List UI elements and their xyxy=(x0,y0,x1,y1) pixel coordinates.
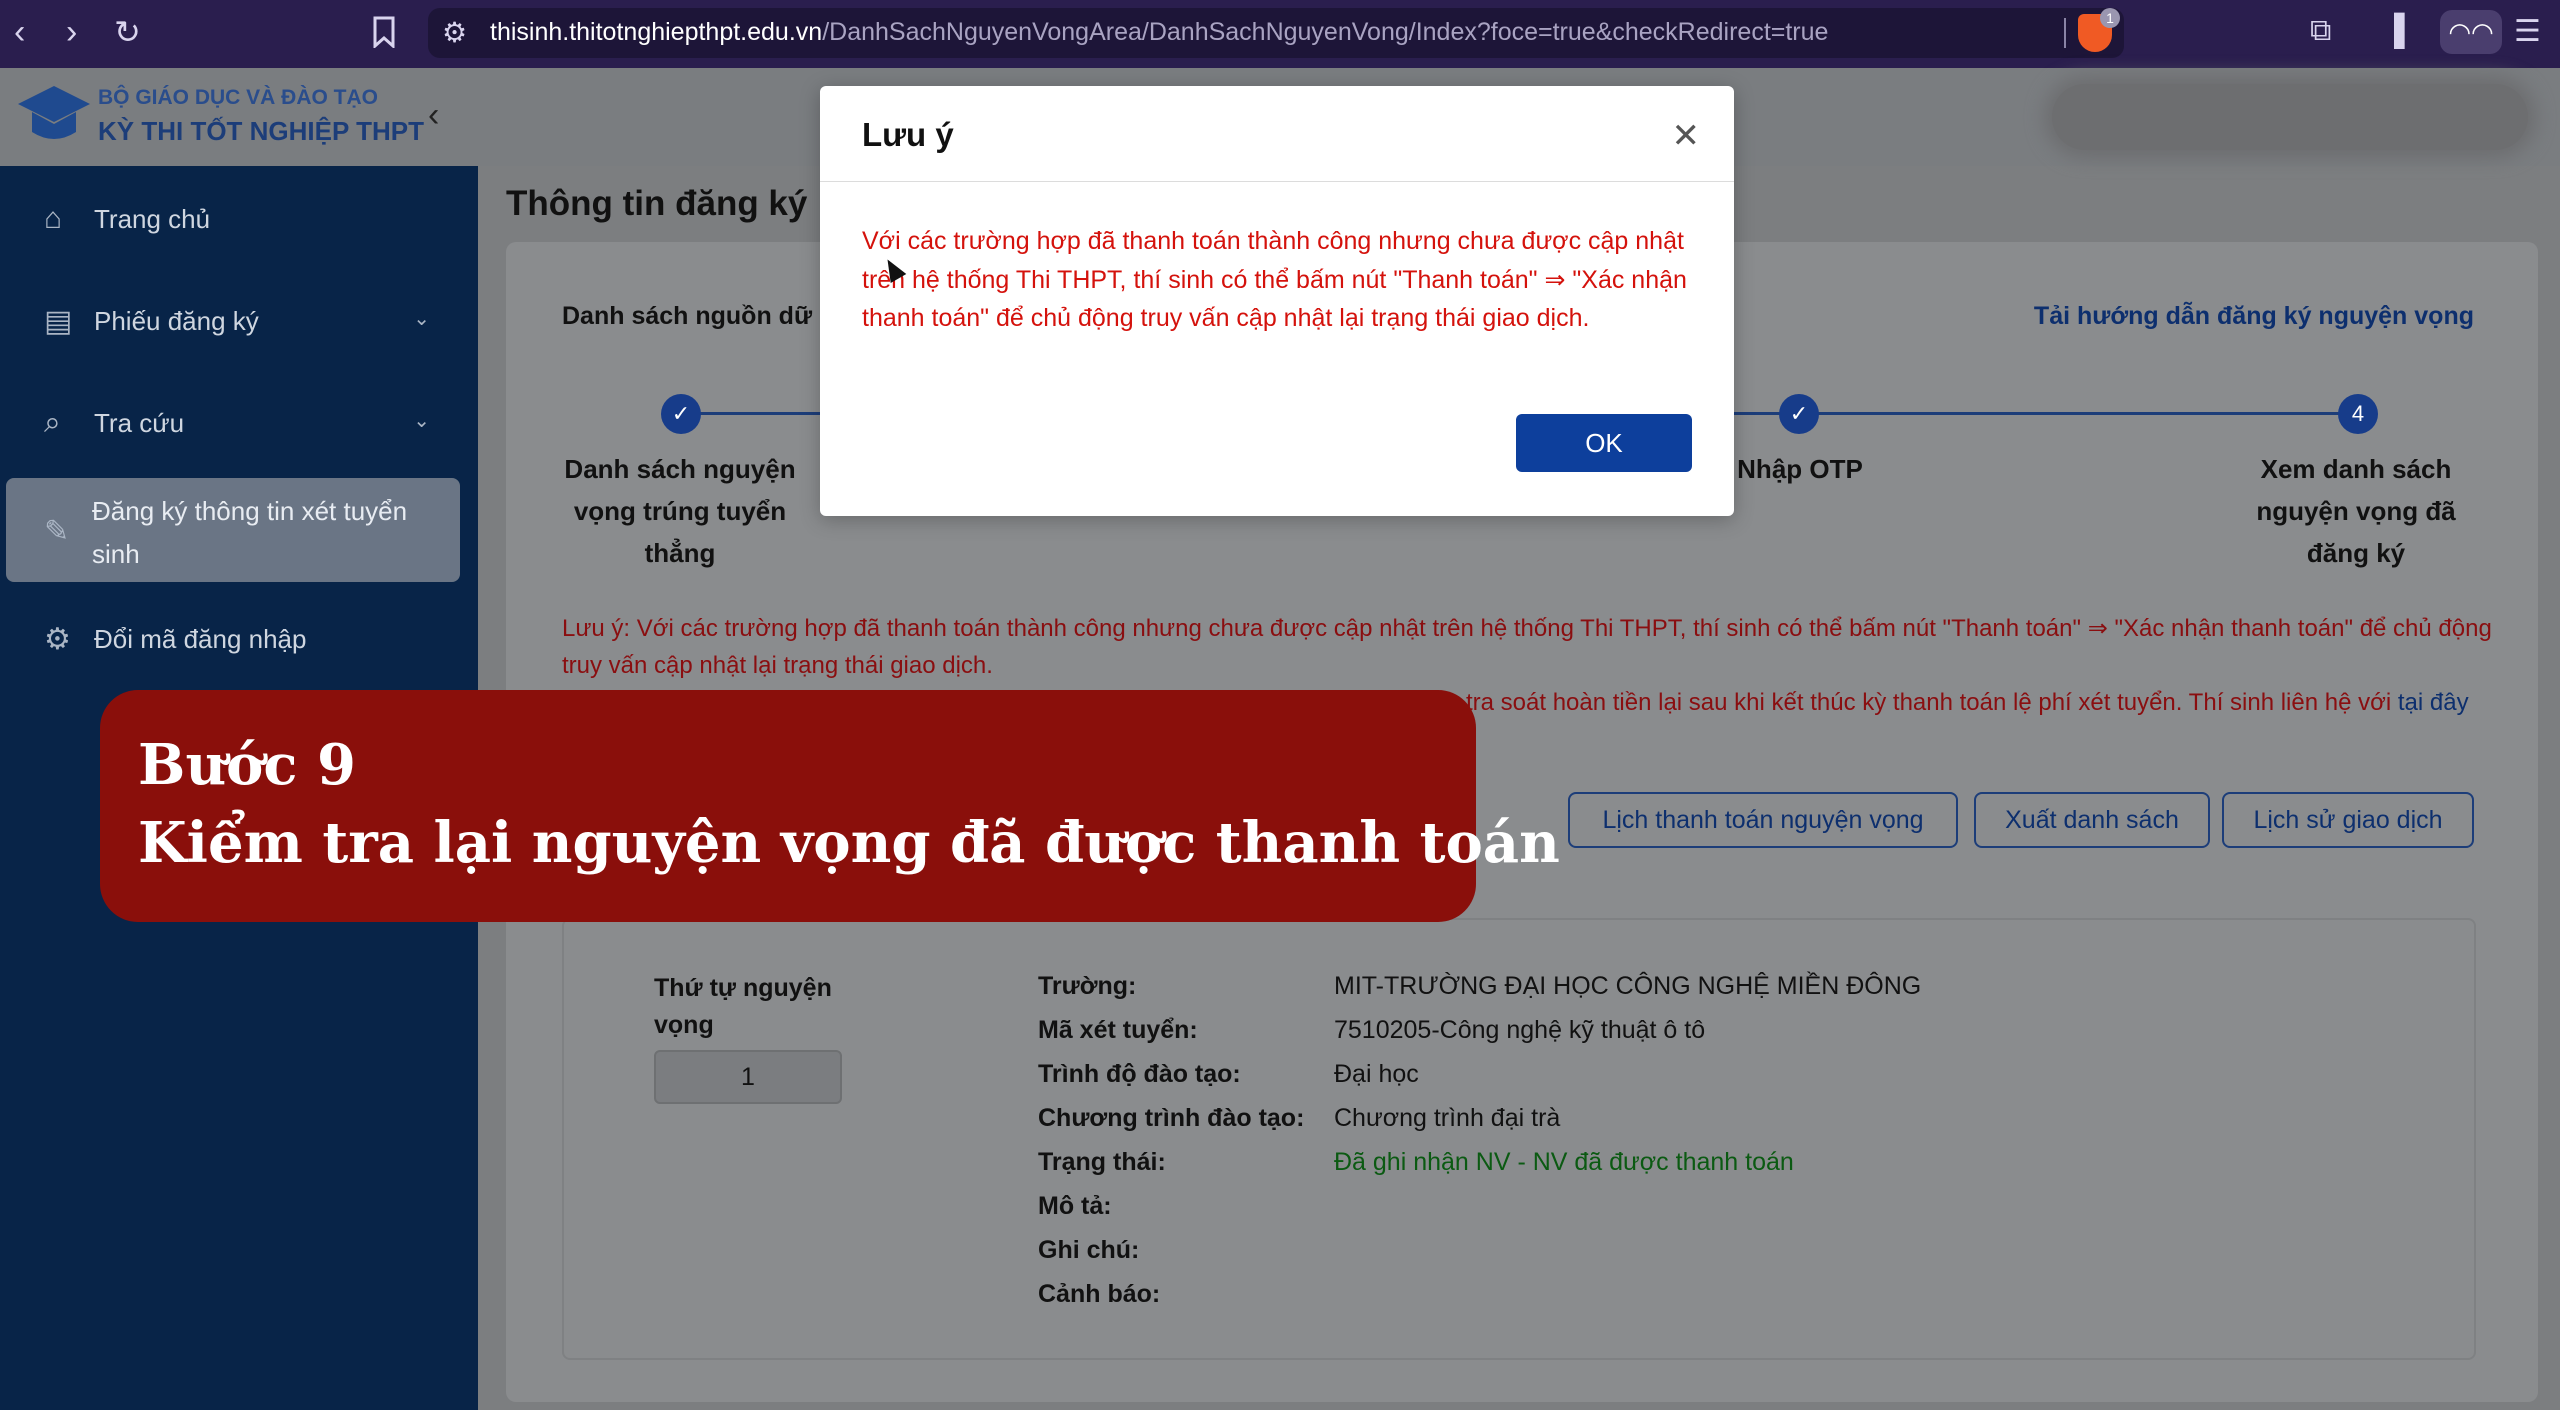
field-label-program: Chương trình đào tạo: xyxy=(1038,1104,1305,1132)
field-label-description: Mô tả: xyxy=(1038,1192,1112,1220)
data-source-label: Danh sách nguồn dữ l xyxy=(562,302,826,330)
sidebar-item-label: Phiếu đăng ký xyxy=(94,306,259,336)
private-glasses-icon[interactable]: ◠◠ xyxy=(2440,10,2502,54)
page-title: Thông tin đăng ký xyxy=(506,184,808,223)
edit-icon: ✎ xyxy=(44,515,70,548)
address-bar[interactable]: ⚙ thisinh.thitotnghiepthpt.edu.vn/DanhSa… xyxy=(428,8,2124,58)
home-icon: ⌂ xyxy=(44,202,63,235)
field-value-program: Chương trình đại trà xyxy=(1334,1104,1561,1132)
wish-order-label: Thứ tự nguyện vọng xyxy=(654,974,832,1039)
search-icon: ⌕ xyxy=(44,406,61,439)
shield-count-badge: 1 xyxy=(2100,8,2120,28)
banner-step-title: Bước 9 xyxy=(138,732,356,798)
transaction-history-button[interactable]: Lịch sử giao dịch xyxy=(2222,792,2474,848)
export-list-button[interactable]: Xuất danh sách xyxy=(1974,792,2210,848)
refund-note-link[interactable]: tại đây xyxy=(2398,689,2469,716)
field-label-level: Trình độ đào tạo: xyxy=(1038,1060,1241,1088)
field-value-level: Đại học xyxy=(1334,1060,1419,1088)
document-icon: ▤ xyxy=(44,305,73,338)
screenshot-icon[interactable]: ⧉ xyxy=(2310,14,2331,48)
ok-button[interactable]: OK xyxy=(1516,414,1692,472)
field-label-note: Ghi chú: xyxy=(1038,1236,1140,1264)
chevron-down-icon: ⌄ xyxy=(413,410,430,432)
sidebar-item-home[interactable]: ⌂ Trang chủ xyxy=(0,174,478,264)
download-guide-link[interactable]: Tải hướng dẫn đăng ký nguyện vọng xyxy=(2034,302,2474,331)
refund-note-text: tra soát hoàn tiền lại sau khi kết thúc … xyxy=(1466,689,2392,716)
bookmark-icon[interactable] xyxy=(372,16,396,48)
field-value-status: Đã ghi nhận NV - NV đã được thanh toán xyxy=(1334,1148,1794,1176)
field-label-school: Trường: xyxy=(1038,972,1137,1000)
divider xyxy=(2064,18,2066,48)
notice-dialog: Lưu ý ✕ Với các trường hợp đã thanh toán… xyxy=(820,86,1734,516)
field-label-warning: Cảnh báo: xyxy=(1038,1280,1161,1308)
forward-icon[interactable]: › xyxy=(66,12,77,52)
payment-note: Lưu ý: Với các trường hợp đã thanh toán … xyxy=(562,615,2492,679)
sidebar-item-registration-form[interactable]: ▤ Phiếu đăng ký ⌄ xyxy=(0,276,478,366)
sidebar-item-lookup[interactable]: ⌕ Tra cứu ⌄ xyxy=(0,378,478,468)
org-name-line2: KỲ THI TỐT NGHIỆP THPT xyxy=(98,116,424,146)
sidebar-item-label: Tra cứu xyxy=(94,408,185,438)
sidebar-item-label: Đổi mã đăng nhập xyxy=(94,624,307,654)
collapse-sidebar-icon[interactable]: ‹ xyxy=(428,96,439,135)
banner-step-description: Kiểm tra lại nguyện vọng đã được thanh t… xyxy=(138,810,1560,876)
field-value-admission-code: 7510205-Công nghệ kỹ thuật ô tô xyxy=(1334,1016,1706,1044)
sidebar-icon[interactable]: ▌ xyxy=(2394,14,2415,48)
field-value-school: MIT-TRƯỜNG ĐẠI HỌC CÔNG NGHỆ MIỀN ĐÔNG xyxy=(1334,972,1922,1000)
payment-schedule-button[interactable]: Lịch thanh toán nguyện vọng xyxy=(1568,792,1958,848)
sidebar-item-label: Trang chủ xyxy=(94,204,211,234)
step-1-check-icon: ✓ xyxy=(661,394,701,434)
step-1-label: Danh sách nguyện vọng trúng tuyển thẳng xyxy=(564,454,796,568)
refund-note: tra soát hoàn tiền lại sau khi kết thúc … xyxy=(1466,684,2500,721)
dialog-title: Lưu ý xyxy=(862,116,954,153)
step-3-label: Nhập OTP xyxy=(1737,454,1863,484)
gear-icon: ⚙ xyxy=(44,623,71,656)
field-label-admission-code: Mã xét tuyển: xyxy=(1038,1016,1198,1044)
sidebar-item-admission-registration[interactable]: ✎ Đăng ký thông tin xét tuyển sinh xyxy=(6,478,460,582)
wish-order-input[interactable]: 1 xyxy=(654,1050,842,1104)
step-4-number: 4 xyxy=(2338,394,2378,434)
user-info-blurred[interactable] xyxy=(2052,84,2528,150)
close-icon[interactable]: ✕ xyxy=(1672,116,1701,156)
menu-icon[interactable]: ☰ xyxy=(2514,14,2541,49)
step-3-check-icon: ✓ xyxy=(1779,394,1819,434)
brave-shield-icon[interactable]: 1 xyxy=(2078,8,2120,52)
step-4-label: Xem danh sách nguyện vọng đã đăng ký xyxy=(2256,454,2456,568)
sidebar-item-label: Đăng ký thông tin xét tuyển sinh xyxy=(92,496,408,569)
dialog-header: Lưu ý ✕ xyxy=(820,86,1734,182)
url-text[interactable]: thisinh.thitotnghiepthpt.edu.vn/DanhSach… xyxy=(490,18,1828,47)
back-icon[interactable]: ‹ xyxy=(14,12,25,52)
reload-icon[interactable]: ↻ xyxy=(114,12,141,52)
dialog-message: Với các trường hợp đã thanh toán thành c… xyxy=(862,227,1687,332)
step-banner: Bước 9 Kiểm tra lại nguyện vọng đã được … xyxy=(100,690,1560,922)
site-settings-icon[interactable]: ⚙ xyxy=(442,16,467,49)
chevron-down-icon: ⌄ xyxy=(413,308,430,330)
field-label-status: Trạng thái: xyxy=(1038,1148,1166,1176)
graduation-cap-logo-icon xyxy=(18,86,90,139)
org-name-line1: BỘ GIÁO DỤC VÀ ĐÀO TẠO xyxy=(98,86,379,109)
browser-toolbar: ‹ › ↻ ⚙ thisinh.thitotnghiepthpt.edu.vn/… xyxy=(0,0,2560,68)
sidebar-item-change-password[interactable]: ⚙ Đổi mã đăng nhập xyxy=(0,594,478,684)
